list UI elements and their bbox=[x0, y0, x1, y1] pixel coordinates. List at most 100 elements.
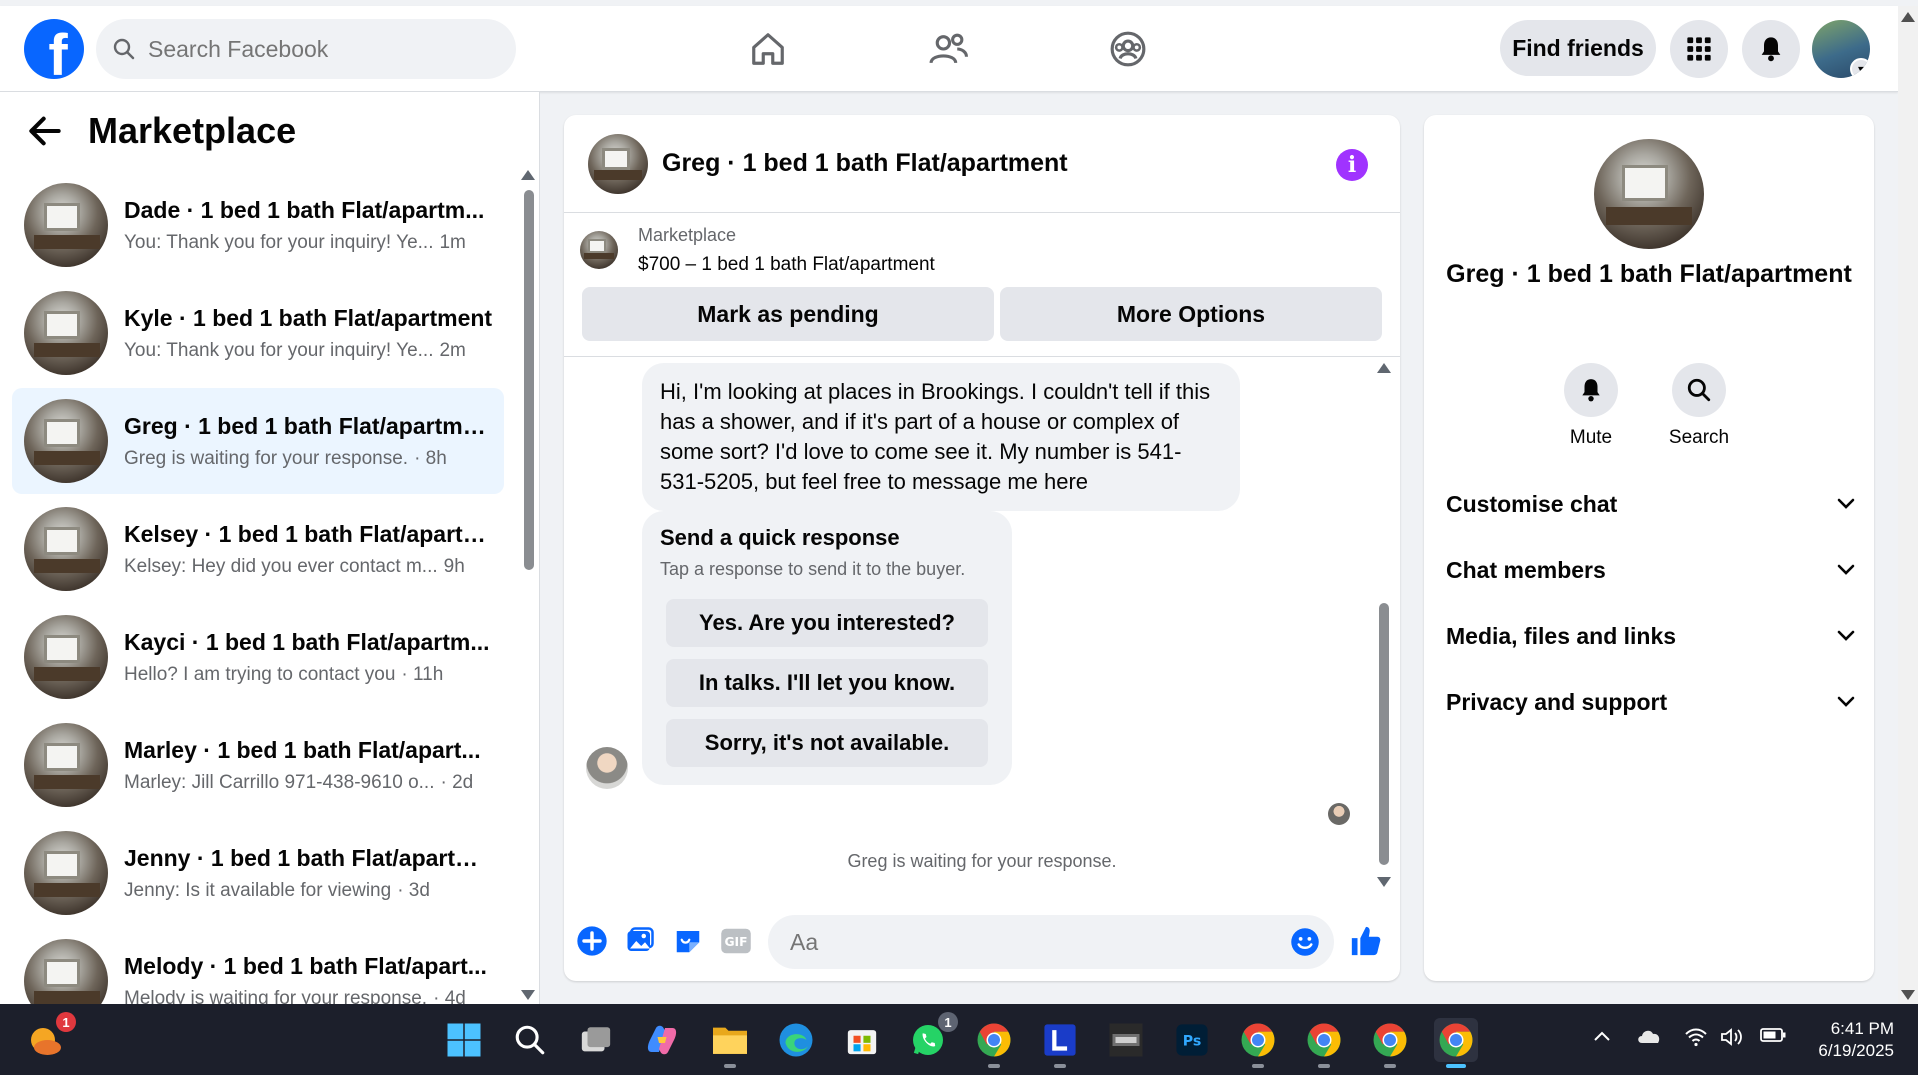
running-indicator bbox=[1384, 1064, 1396, 1068]
divider bbox=[564, 356, 1400, 357]
chat-title[interactable]: Greg · 1 bed 1 bath Flat/apartment bbox=[662, 149, 1068, 178]
search-conversation-button[interactable]: Search bbox=[1654, 363, 1744, 449]
conversation-preview: Marley: Jill Carrillo 971-438-9610 o... bbox=[124, 771, 435, 793]
conversation-title: Melody · 1 bed 1 bath Flat/apart... bbox=[124, 952, 487, 979]
chat-header: Greg · 1 bed 1 bath Flat/apartment i bbox=[564, 115, 1400, 213]
l-app[interactable] bbox=[1038, 1018, 1082, 1068]
start-button[interactable] bbox=[442, 1018, 486, 1062]
page-scroll-up-arrow[interactable] bbox=[1901, 12, 1915, 22]
conversation-item[interactable]: Kayci · 1 bed 1 bath Flat/apartm... Hell… bbox=[12, 604, 504, 710]
conversation-title: Jenny · 1 bed 1 bath Flat/apartm... bbox=[124, 844, 494, 871]
conversation-item-active[interactable]: Greg · 1 bed 1 bath Flat/apartment Greg … bbox=[12, 388, 504, 494]
windows-taskbar: 1 1 Ps 6:41 PM 6/19/2025 bbox=[0, 1004, 1918, 1075]
nav-friends[interactable] bbox=[908, 20, 988, 78]
game-app[interactable] bbox=[1104, 1018, 1148, 1062]
quick-response-button[interactable]: In talks. I'll let you know. bbox=[666, 659, 988, 707]
notifications-button[interactable] bbox=[1742, 20, 1800, 78]
sticker-icon[interactable] bbox=[670, 923, 706, 959]
chat-listing-avatar[interactable] bbox=[588, 133, 648, 194]
whatsapp-app[interactable]: 1 bbox=[906, 1012, 958, 1062]
nav-home[interactable] bbox=[728, 20, 808, 78]
conversation-title: Marley · 1 bed 1 bath Flat/apart... bbox=[124, 736, 481, 763]
conversation-item[interactable]: Jenny · 1 bed 1 bath Flat/apartm... Jenn… bbox=[12, 820, 504, 926]
mark-as-pending-button[interactable]: Mark as pending bbox=[582, 287, 994, 341]
conversation-item[interactable]: Melody · 1 bed 1 bath Flat/apart... Melo… bbox=[12, 928, 504, 1004]
sidebar-scroll-up-arrow[interactable] bbox=[521, 170, 535, 180]
conversation-item[interactable]: Dade · 1 bed 1 bath Flat/apartm... You: … bbox=[12, 172, 504, 278]
sender-avatar[interactable] bbox=[586, 747, 628, 789]
listing-thumbnail bbox=[24, 831, 108, 915]
edge-app[interactable] bbox=[774, 1018, 818, 1062]
search-input[interactable] bbox=[148, 35, 468, 63]
photoshop-app[interactable]: Ps bbox=[1170, 1018, 1214, 1062]
section-label: Chat members bbox=[1446, 556, 1606, 583]
task-view-button[interactable] bbox=[574, 1018, 618, 1062]
volume-tray[interactable] bbox=[1720, 1026, 1746, 1054]
gif-icon[interactable]: GIF bbox=[718, 923, 754, 959]
details-listing-avatar[interactable] bbox=[1594, 139, 1704, 249]
privacy-support-section[interactable]: Privacy and support bbox=[1446, 675, 1856, 729]
message-input-field[interactable] bbox=[768, 915, 1334, 969]
listing-summary[interactable]: Marketplace $700 – 1 bed 1 bath Flat/apa… bbox=[580, 225, 935, 276]
copilot-app[interactable] bbox=[640, 1018, 684, 1062]
chevron-down-icon: ▾ bbox=[1850, 58, 1870, 78]
onedrive-tray[interactable] bbox=[1636, 1026, 1662, 1052]
system-clock[interactable]: 6:41 PM 6/19/2025 bbox=[1808, 1018, 1894, 1062]
incoming-message: Hi, I'm looking at places in Brookings. … bbox=[642, 363, 1240, 511]
menu-button[interactable] bbox=[1670, 20, 1728, 78]
quick-response-subtitle: Tap a response to send it to the buyer. bbox=[660, 559, 966, 579]
chat-scrollbar-thumb[interactable] bbox=[1379, 603, 1389, 865]
message-input[interactable] bbox=[790, 928, 1250, 956]
emoji-icon[interactable] bbox=[1290, 927, 1320, 957]
info-icon[interactable]: i bbox=[1336, 149, 1368, 181]
facebook-logo[interactable]: f bbox=[24, 19, 84, 79]
back-arrow-icon[interactable] bbox=[28, 116, 62, 146]
friends-icon bbox=[929, 33, 968, 64]
conversation-item[interactable]: Kelsey · 1 bed 1 bath Flat/apartm... Kel… bbox=[12, 496, 504, 602]
chevron-down-icon bbox=[1837, 498, 1855, 509]
photoshop-icon: Ps bbox=[1176, 1024, 1208, 1056]
wifi-tray[interactable] bbox=[1684, 1026, 1708, 1054]
profile-avatar[interactable]: ▾ bbox=[1812, 20, 1870, 78]
mute-label: Mute bbox=[1569, 427, 1613, 448]
file-explorer-app[interactable] bbox=[708, 1018, 752, 1068]
find-friends-button[interactable]: Find friends bbox=[1500, 20, 1656, 76]
more-options-button[interactable]: More Options bbox=[1000, 287, 1382, 341]
mute-button[interactable]: Mute bbox=[1546, 363, 1636, 449]
chrome-profile-app[interactable] bbox=[1368, 1018, 1412, 1068]
svg-text:GIF: GIF bbox=[724, 935, 747, 949]
conversation-item[interactable]: Marley · 1 bed 1 bath Flat/apart... Marl… bbox=[12, 712, 504, 818]
thumbs-up-icon[interactable] bbox=[1348, 923, 1384, 959]
conversation-item[interactable]: Kyle · 1 bed 1 bath Flat/apartment You: … bbox=[12, 280, 504, 386]
taskbar-search-button[interactable] bbox=[508, 1018, 552, 1062]
chevron-down-icon bbox=[1837, 564, 1855, 575]
quick-response-button[interactable]: Yes. Are you interested? bbox=[666, 599, 988, 647]
chrome-profile-app-active[interactable] bbox=[1434, 1018, 1478, 1068]
search-bar[interactable] bbox=[96, 19, 516, 79]
quick-response-button[interactable]: Sorry, it's not available. bbox=[666, 719, 988, 767]
chat-members-section[interactable]: Chat members bbox=[1446, 543, 1856, 597]
plus-icon[interactable] bbox=[574, 923, 610, 959]
battery-tray[interactable] bbox=[1760, 1026, 1786, 1050]
chrome-app[interactable] bbox=[972, 1018, 1016, 1068]
customise-chat-section[interactable]: Customise chat bbox=[1446, 477, 1856, 531]
sidebar-scrollbar-thumb[interactable] bbox=[524, 190, 534, 570]
chat-scroll-down-arrow[interactable] bbox=[1377, 877, 1391, 887]
page-scroll-down-arrow[interactable] bbox=[1901, 990, 1915, 1000]
message-composer: GIF bbox=[564, 903, 1400, 981]
chrome-profile-app[interactable] bbox=[1236, 1018, 1280, 1068]
photo-icon[interactable] bbox=[622, 923, 658, 959]
media-files-links-section[interactable]: Media, files and links bbox=[1446, 609, 1856, 663]
sidebar-header: Marketplace bbox=[28, 110, 296, 152]
store-app[interactable] bbox=[840, 1018, 884, 1062]
nav-groups[interactable] bbox=[1088, 20, 1168, 78]
page-scrollbar[interactable] bbox=[1898, 6, 1918, 1004]
weather-widget[interactable]: 1 bbox=[24, 1012, 76, 1062]
chrome-profile-app[interactable] bbox=[1302, 1018, 1346, 1068]
sidebar-scroll-down-arrow[interactable] bbox=[521, 990, 535, 1000]
conversation-time: · 2d bbox=[440, 771, 474, 793]
chat-scroll-up-arrow[interactable] bbox=[1377, 363, 1391, 373]
chevron-down-icon bbox=[1837, 696, 1855, 707]
show-hidden-icons-chevron[interactable] bbox=[1592, 1026, 1612, 1049]
section-label: Customise chat bbox=[1446, 490, 1618, 517]
